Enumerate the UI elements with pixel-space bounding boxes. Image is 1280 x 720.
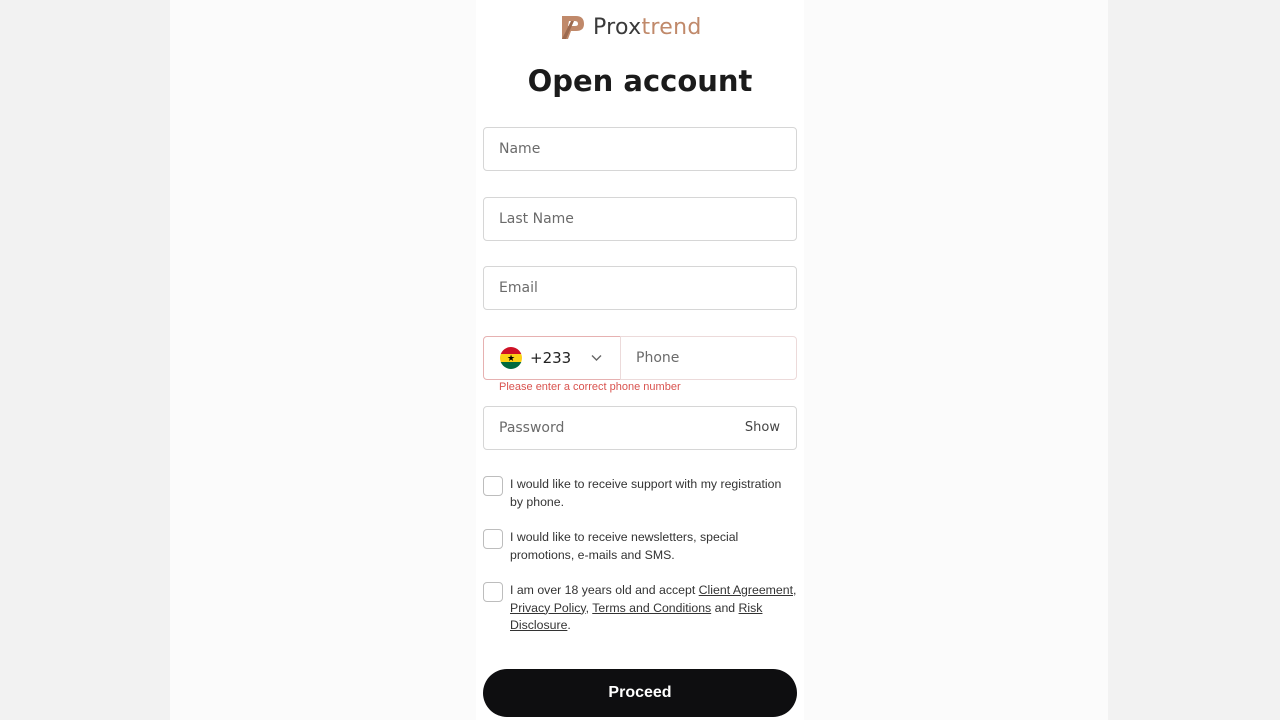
support-checkbox-label: I would like to receive support with my …: [510, 477, 782, 509]
agreement-checkbox[interactable]: [483, 582, 503, 602]
chevron-down-icon: [591, 355, 602, 361]
agreement-end: .: [567, 618, 571, 632]
phone-input[interactable]: [636, 350, 796, 366]
last-name-field[interactable]: [483, 197, 797, 241]
email-input[interactable]: [499, 267, 796, 309]
newsletter-checkbox[interactable]: [483, 529, 503, 549]
phone-row: ★ +233: [483, 336, 797, 380]
name-input[interactable]: [499, 128, 796, 170]
agreement-consent-row: I am over 18 years old and accept Client…: [483, 582, 797, 635]
newsletter-checkbox-label: I would like to receive newsletters, spe…: [510, 530, 739, 562]
agreement-and: and: [711, 600, 739, 615]
newsletter-consent-row: I would like to receive newsletters, spe…: [483, 529, 797, 564]
name-field[interactable]: [483, 127, 797, 171]
password-input[interactable]: [499, 407, 736, 449]
agreement-checkbox-label: I am over 18 years old and accept Client…: [510, 582, 797, 635]
logo-mark-icon: [562, 16, 584, 39]
agreement-prefix: I am over 18 years old and accept: [510, 583, 699, 597]
client-agreement-link[interactable]: Client Agreement: [699, 583, 793, 597]
agreement-separator: ,: [793, 583, 797, 597]
support-checkbox[interactable]: [483, 476, 503, 496]
phone-field[interactable]: [620, 336, 797, 380]
last-name-input[interactable]: [499, 198, 796, 240]
logo-text-suffix: trend: [641, 14, 702, 40]
support-consent-row: I would like to receive support with my …: [483, 476, 797, 511]
country-code-value: +233: [530, 349, 572, 367]
country-code-select[interactable]: ★ +233: [483, 336, 621, 380]
terms-conditions-link[interactable]: Terms and Conditions: [592, 601, 711, 615]
password-field[interactable]: Show: [483, 406, 797, 450]
page-title: Open account: [527, 64, 753, 98]
phone-error-message: Please enter a correct phone number: [499, 381, 681, 393]
logo-text-prefix: Prox: [593, 14, 642, 40]
brand-logo: Proxtrend: [559, 12, 702, 42]
email-field[interactable]: [483, 266, 797, 310]
proceed-button[interactable]: Proceed: [483, 669, 797, 717]
ghana-flag-icon: ★: [500, 347, 522, 369]
show-password-button[interactable]: Show: [745, 420, 780, 435]
logo-text: Proxtrend: [593, 15, 702, 40]
privacy-policy-link[interactable]: Privacy Policy: [510, 601, 586, 615]
